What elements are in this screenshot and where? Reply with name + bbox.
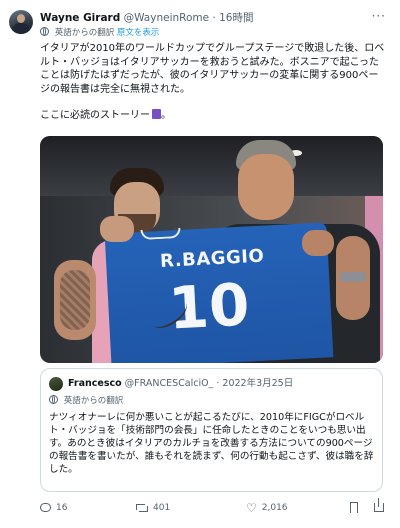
hand-right [302, 230, 334, 256]
author-handle[interactable]: @WayneinRome [124, 12, 209, 24]
show-original-link[interactable]: 原文を表示 [117, 28, 160, 38]
jersey-name: R.BAGGIO [159, 245, 265, 273]
blue-jersey: R.BAGGIO 10 [104, 222, 334, 363]
header-separator: · [212, 12, 216, 24]
quoted-translated-from-label: 英語からの翻訳 [63, 396, 124, 406]
hand-left [100, 216, 134, 242]
person-left-tattoo [60, 270, 90, 330]
tweet-photo[interactable]: R.BAGGIO 10 [40, 136, 383, 363]
book-icon [152, 109, 161, 119]
avatar-face [17, 14, 25, 23]
tweet-body-line: ジの報告書は完全に無視された。 [40, 83, 190, 95]
tweet-timestamp[interactable]: 16時間 [219, 12, 253, 24]
reply-count: 16 [56, 503, 68, 513]
tweet: Wayne Girard @WayneinRome · 16時間 ··· 英語か… [0, 0, 400, 528]
share-button[interactable] [374, 498, 389, 516]
globe-icon [49, 395, 58, 404]
like-button[interactable]: ♡ 2,016 [246, 500, 288, 516]
quoted-tweet-text: ナツィオナーレに何か悪いことが起こるたびに、2010年にFIGCがロベルト・バッ… [49, 412, 374, 475]
tweet-body-tail: ここに必読のストーリー。 [40, 109, 385, 123]
author-avatar[interactable] [9, 10, 33, 34]
translated-from-label: 英語からの翻訳 [54, 28, 115, 38]
person-right-face [238, 154, 294, 220]
globe-icon [40, 27, 49, 36]
translation-notice: 英語からの翻訳 原文を表示 [40, 27, 159, 39]
wristwatch [340, 272, 366, 282]
retweet-icon [136, 503, 148, 512]
quoted-header-separator: · [216, 378, 220, 389]
bookmark-icon [350, 502, 358, 513]
more-options-icon[interactable]: ··· [372, 9, 386, 23]
tweet-body-line: ルト・バッジョはイタリアサッカーを救おうと試みた。ボスニアで起こった [40, 56, 379, 68]
action-bar: 16 401 ♡ 2,016 [40, 498, 390, 516]
like-count: 2,016 [261, 503, 288, 513]
author-name[interactable]: Wayne Girard [40, 12, 120, 24]
tweet-body-tail-suffix: 。 [161, 110, 171, 121]
tweet-body-line: ことは防げたはずだったが、彼のイタリアサッカーの変革に関する900ペー [40, 70, 379, 81]
heart-icon: ♡ [246, 500, 257, 515]
quoted-tweet-header: Francesco @FRANCESCalciO_ · 2022年3月25日 [68, 377, 293, 391]
retweet-button[interactable]: 401 [136, 500, 170, 516]
quoted-author-name: Francesco [68, 378, 122, 389]
quoted-translation-notice: 英語からの翻訳 [49, 395, 123, 407]
reply-icon [40, 503, 51, 512]
reply-button[interactable]: 16 [40, 500, 67, 516]
quoted-tweet[interactable]: Francesco @FRANCESCalciO_ · 2022年3月25日 英… [40, 368, 383, 492]
quoted-author-handle: @FRANCESCalciO_ [124, 378, 214, 389]
jersey-collar [140, 227, 181, 241]
tweet-body-tail-text: ここに必読のストーリー [40, 110, 150, 121]
share-icon [374, 498, 384, 512]
tweet-header: Wayne Girard @WayneinRome · 16時間 [40, 11, 253, 25]
quoted-author-avatar[interactable] [49, 377, 63, 391]
avatar-suit [12, 23, 30, 34]
tweet-body: イタリアが2010年のワールドカップでグループステージで敗退した後、ロベ ルト・… [40, 42, 385, 123]
quoted-tweet-date: 2022年3月25日 [222, 378, 294, 389]
retweet-count: 401 [153, 503, 171, 513]
tweet-body-line: イタリアが2010年のワールドカップでグループステージで敗退した後、ロベ [40, 43, 385, 54]
bookmark-button[interactable] [350, 500, 363, 516]
